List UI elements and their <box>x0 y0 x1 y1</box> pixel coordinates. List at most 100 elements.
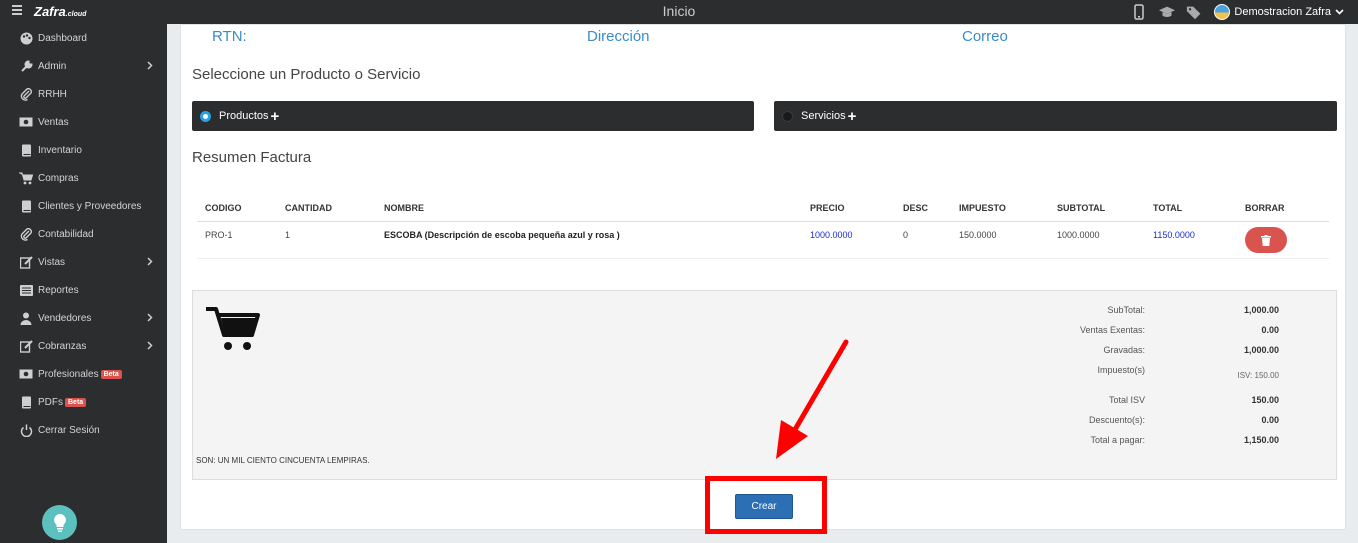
sidebar-item-profesionales[interactable]: Profesionales Beta <box>0 360 167 388</box>
power-icon <box>19 423 33 437</box>
sidebar-item-label: Clientes y Proveedores <box>38 200 142 212</box>
amount-in-words: SON: UN MIL CIENTO CINCUENTA LEMPIRAS. <box>196 456 370 465</box>
nombre-cell: ESCOBA (Descripción de escoba pequeña az… <box>384 230 620 240</box>
gravadas-label: Gravadas: <box>1103 345 1145 355</box>
user-icon <box>19 311 33 325</box>
table-row: PRO-1 1 ESCOBA (Descripción de escoba pe… <box>197 222 1329 259</box>
sidebar-item-contabilidad[interactable]: Contabilidad <box>0 220 167 248</box>
productos-selector[interactable]: Productos + <box>192 101 754 131</box>
sidebar-item-pdfs[interactable]: PDFs Beta <box>0 388 167 416</box>
chevron-down-icon <box>1335 9 1344 15</box>
paperclip-icon <box>19 87 33 101</box>
sidebar-item-label: Compras <box>38 172 79 184</box>
sidebar-item-label: Contabilidad <box>38 228 94 240</box>
sidebar-item-label: Cerrar Sesión <box>38 424 100 436</box>
top-icons: Demostracion Zafra <box>1130 2 1344 22</box>
lightbulb-help-button[interactable] <box>42 505 77 540</box>
annotation-highlight-box <box>705 476 827 534</box>
servicios-selector[interactable]: Servicios + <box>774 101 1337 131</box>
graduation-cap-icon[interactable] <box>1158 3 1176 21</box>
delete-row-button[interactable] <box>1245 227 1287 253</box>
sidebar-item-inventario[interactable]: Inventario <box>0 136 167 164</box>
descuentos-label: Descuento(s): <box>1088 415 1145 425</box>
user-name: Demostracion Zafra <box>1234 6 1331 18</box>
beta-badge: Beta <box>100 369 122 379</box>
sidebar-item-label: Reportes <box>38 284 79 296</box>
sidebar-item-label: Admin <box>38 60 67 72</box>
gravadas-value: 1,000.00 <box>1243 345 1279 355</box>
servicios-radio[interactable] <box>782 110 793 122</box>
wrench-icon <box>19 59 33 73</box>
servicios-label: Servicios <box>801 110 846 122</box>
invoice-summary-title: Resumen Factura <box>192 149 312 166</box>
trash-icon <box>1261 234 1271 246</box>
column-header: SUBTOTAL <box>1057 203 1106 213</box>
sidebar-item-label: Inventario <box>38 144 82 156</box>
sidebar-item-rrhh[interactable]: RRHH <box>0 80 167 108</box>
total-a-pagar-label: Total a pagar: <box>1090 435 1145 445</box>
column-header: DESC <box>903 203 929 213</box>
productos-label: Productos <box>219 110 269 122</box>
column-header: CODIGO <box>205 203 242 213</box>
top-bar: Zafra.cloud Inicio Demostracion Zafra <box>0 0 1358 24</box>
impuestos-label: Impuesto(s) <box>1097 365 1145 375</box>
shopping-cart-icon <box>206 307 260 350</box>
column-header: CANTIDAD <box>285 203 332 213</box>
select-section-title: Seleccione un Producto o Servicio <box>192 66 421 83</box>
mobile-icon[interactable] <box>1130 3 1148 21</box>
table-header: CODIGO CANTIDAD NOMBRE PRECIO DESC IMPUE… <box>197 200 1329 222</box>
sidebar-item-vendedores[interactable]: Vendedores <box>0 304 167 332</box>
sidebar-item-admin[interactable]: Admin <box>0 52 167 80</box>
sidebar-item-label: Cobranzas <box>38 340 87 352</box>
edit-icon <box>19 255 33 269</box>
total-isv-value: 150.00 <box>1251 395 1279 405</box>
impuestos-value: ISV: 150.00 <box>1237 371 1279 380</box>
sidebar-item-cerrar-sesion[interactable]: Cerrar Sesión <box>0 416 167 444</box>
impuesto-cell: 150.0000 <box>959 230 997 240</box>
sidebar-item-label: Vistas <box>38 256 66 268</box>
sidebar: Dashboard Admin RRHH Ventas Inventario C… <box>0 24 167 543</box>
chevron-right-icon <box>147 257 153 266</box>
sidebar-item-label: Vendedores <box>38 312 92 324</box>
ventas-exentas-label: Ventas Exentas: <box>1079 325 1145 335</box>
sidebar-item-label: Profesionales <box>38 368 99 380</box>
sidebar-item-cobranzas[interactable]: Cobranzas <box>0 332 167 360</box>
desc-cell: 0 <box>903 230 909 240</box>
column-header: BORRAR <box>1245 203 1285 213</box>
money-icon <box>19 115 33 129</box>
rtn-label: RTN: <box>212 28 247 45</box>
productos-radio[interactable] <box>200 110 211 122</box>
subtotal-cell: 1000.0000 <box>1057 230 1100 240</box>
cart-icon <box>19 171 33 185</box>
tags-icon[interactable] <box>1186 3 1204 21</box>
sidebar-item-vistas[interactable]: Vistas <box>0 248 167 276</box>
column-header: NOMBRE <box>384 203 424 213</box>
correo-label: Correo <box>962 28 1008 45</box>
total-isv-label: Total ISV <box>1108 395 1145 405</box>
sidebar-item-compras[interactable]: Compras <box>0 164 167 192</box>
lightbulb-icon <box>53 513 66 532</box>
sidebar-item-label: Ventas <box>38 116 69 128</box>
column-header: PRECIO <box>810 203 845 213</box>
column-header: TOTAL <box>1153 203 1183 213</box>
sidebar-item-dashboard[interactable]: Dashboard <box>0 24 167 52</box>
precio-cell[interactable]: 1000.0000 <box>810 230 853 240</box>
palette-icon <box>19 31 33 45</box>
sidebar-item-reportes[interactable]: Reportes <box>0 276 167 304</box>
avatar <box>1214 4 1231 20</box>
sidebar-item-label: RRHH <box>38 88 67 100</box>
cantidad-cell: 1 <box>285 230 291 240</box>
book-icon <box>19 199 33 213</box>
plus-icon: + <box>270 107 280 125</box>
total-a-pagar-value: 1,150.00 <box>1243 435 1279 445</box>
column-header: IMPUESTO <box>959 203 1006 213</box>
subtotal-value: 1,000.00 <box>1243 305 1279 315</box>
total-cell[interactable]: 1150.0000 <box>1153 230 1195 240</box>
sidebar-item-clientes-proveedores[interactable]: Clientes y Proveedores <box>0 192 167 220</box>
user-menu[interactable]: Demostracion Zafra <box>1214 4 1344 20</box>
sidebar-item-ventas[interactable]: Ventas <box>0 108 167 136</box>
invoice-panel: RTN: Dirección Correo Seleccione un Prod… <box>180 24 1346 530</box>
totals-summary: SubTotal: 1,000.00 Ventas Exentas: 0.00 … <box>192 290 1337 480</box>
chevron-right-icon <box>147 313 153 322</box>
sidebar-item-label: PDFs <box>38 396 63 408</box>
